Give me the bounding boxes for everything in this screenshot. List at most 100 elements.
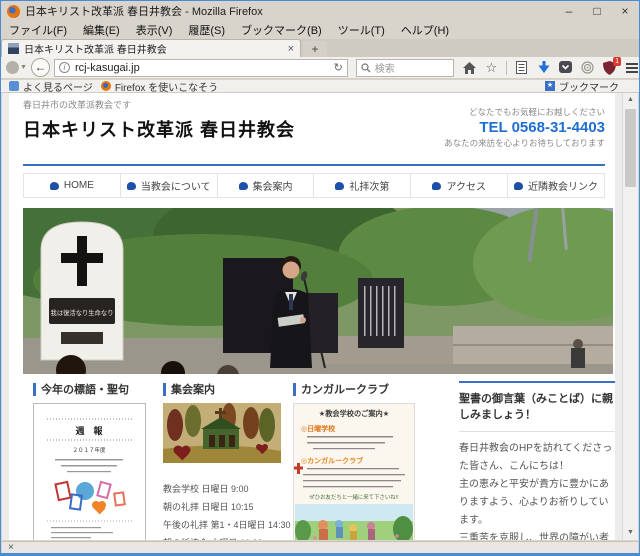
nav-label: アクセス: [446, 178, 486, 193]
home-button[interactable]: [462, 60, 477, 75]
scroll-down-arrow[interactable]: ▼: [623, 526, 638, 540]
column-motto: 今年の標語・聖句 週 報 ２０１７年度: [33, 381, 159, 540]
menu-tools[interactable]: ツール(T): [330, 22, 393, 38]
menu-help[interactable]: ヘルプ(H): [393, 22, 457, 38]
white-monument: 我は復活なり生命なり: [41, 222, 123, 360]
nav-label: 礼拝次第: [349, 178, 389, 193]
scripture-sidebar: 聖書の御言葉（みことば）に親しみましょう！ 春日井教会のHPを訪れてくださった皆…: [459, 381, 615, 540]
scroll-up-arrow[interactable]: ▲: [623, 93, 638, 107]
findbar-close-icon[interactable]: ×: [8, 543, 14, 553]
tab-title: 日本キリスト改革派 春日井教会: [24, 41, 282, 56]
url-bar[interactable]: i rcj-kasugai.jp ↻: [54, 59, 348, 77]
page-viewport: 春日井市の改革派教会です 日本キリスト改革派 春日井教会 どなたでもお気軽にお越…: [2, 93, 622, 540]
scrollbar-thumb[interactable]: [625, 109, 636, 187]
poster-title: ★教会学校のご案内★: [319, 409, 389, 418]
nav-item-worship[interactable]: 礼拝次第: [314, 174, 411, 197]
menu-view[interactable]: 表示(V): [128, 22, 181, 38]
heading-bar: [163, 383, 166, 396]
dove-icon: [335, 182, 344, 190]
tab-bar: 日本キリスト改革派 春日井教会 × +: [1, 39, 639, 57]
schedule-line: 教会学校 日曜日 9:00: [163, 480, 289, 498]
toolbar-separator: [506, 61, 507, 75]
dove-icon: [514, 182, 523, 190]
hamburger-icon: [626, 63, 638, 73]
menu-file[interactable]: ファイル(F): [1, 22, 75, 38]
schedule-line: 朝の礼拝 日曜日 10:15: [163, 498, 289, 516]
window-title: 日本キリスト改革派 春日井教会 - Mozilla Firefox: [25, 3, 263, 19]
back-button[interactable]: ←: [31, 58, 50, 77]
heading-bar: [293, 383, 296, 396]
fingerprint-button[interactable]: [580, 60, 595, 75]
bookmark-item-firefox[interactable]: Firefox を使いこなそう: [101, 79, 218, 94]
site-navigation: HOME 当教会について 集会案内 礼拝次第 アクセス 近隣教会リンク: [23, 173, 605, 198]
bookmarks-menu-button[interactable]: ★ ブックマーク: [545, 79, 619, 94]
nav-item-meetings[interactable]: 集会案内: [218, 174, 315, 197]
monument-inscription: 我は復活なり生命なり: [51, 308, 114, 317]
bookmark-item-frequent[interactable]: よく見るページ: [9, 79, 93, 94]
pocket-icon: [559, 61, 572, 74]
search-placeholder: 検索: [375, 60, 395, 75]
menu-bar: ファイル(F) 編集(E) 表示(V) 履歴(S) ブックマーク(B) ツール(…: [1, 21, 639, 39]
nav-item-access[interactable]: アクセス: [411, 174, 508, 197]
shield-button[interactable]: 1: [602, 60, 617, 75]
vertical-scrollbar[interactable]: ▲ ▼: [622, 93, 638, 540]
bulletin-image[interactable]: 週 報 ２０１７年度: [33, 403, 146, 540]
menu-edit[interactable]: 編集(E): [75, 22, 128, 38]
menu-bookmarks[interactable]: ブックマーク(B): [233, 22, 330, 38]
close-button[interactable]: ×: [611, 2, 639, 21]
sidebar-title: 聖書の御言葉（みことば）に親しみましょう！: [459, 391, 615, 423]
contact-block: どなたでもお気軽にお越しください TEL 0568-31-4403 あなたの来訪…: [444, 106, 605, 149]
shield-badge: 1: [613, 57, 621, 66]
url-text[interactable]: rcj-kasugai.jp: [75, 62, 334, 74]
maximize-button[interactable]: □: [583, 2, 611, 21]
dove-icon: [239, 182, 248, 190]
reload-icon[interactable]: ↻: [334, 61, 343, 74]
schedule-line: 午後の礼拝 第1・4日曜日 14:30: [163, 516, 289, 534]
tab-active[interactable]: 日本キリスト改革派 春日井教会 ×: [1, 39, 301, 57]
dove-icon: [50, 182, 59, 190]
nav-label: 集会案内: [253, 178, 293, 193]
sidebar-button[interactable]: [514, 60, 529, 75]
dove-icon: [432, 182, 441, 190]
phone-number: TEL 0568-31-4403: [444, 119, 605, 136]
site-tagline: 春日井市の改革派教会です: [23, 98, 131, 111]
nav-item-links[interactable]: 近隣教会リンク: [508, 174, 605, 197]
nav-label: 当教会について: [141, 178, 211, 193]
menu-history[interactable]: 履歴(S): [180, 22, 233, 38]
extension-icon: [6, 61, 19, 74]
bookmark-label: よく見るページ: [23, 79, 93, 94]
pocket-button[interactable]: [558, 60, 573, 75]
site-info-icon[interactable]: i: [59, 62, 70, 73]
column-meetings: 集会案内: [163, 381, 289, 540]
tab-close-icon[interactable]: ×: [288, 43, 294, 55]
search-icon: [361, 63, 371, 73]
hero-photo-illustration: 我は復活なり生命なり: [23, 208, 613, 374]
nav-label: HOME: [64, 180, 94, 191]
menu-button[interactable]: [624, 60, 639, 75]
nav-item-home[interactable]: HOME: [23, 174, 121, 197]
browser-window: 日本キリスト改革派 春日井教会 - Mozilla Firefox – □ × …: [0, 0, 640, 556]
nav-label: 近隣教会リンク: [528, 178, 598, 193]
firefox-logo-icon: [7, 5, 20, 18]
column-heading: 集会案内: [163, 381, 289, 397]
new-tab-button[interactable]: +: [303, 41, 327, 57]
heading-label: 集会案内: [171, 381, 215, 397]
bookmarks-star-icon: ★: [545, 81, 555, 91]
download-icon: [538, 61, 550, 74]
sidebar-list-icon: [516, 61, 527, 74]
find-bar: ×: [2, 541, 638, 553]
church-collage-image[interactable]: [163, 403, 281, 463]
club-poster-image[interactable]: ★教会学校のご案内★ ◎日曜学校 ◎カンガルークラブ ぜひお友だちと一緒に来て下…: [293, 403, 415, 540]
meeting-schedule: 教会学校 日曜日 9:00 朝の礼拝 日曜日 10:15 午後の礼拝 第1・4日…: [163, 480, 289, 540]
firefox-bookmark-icon: [101, 81, 111, 91]
bookmark-star-icon[interactable]: ☆: [484, 60, 499, 75]
poster-note: ぜひお友だちと一緒に来て下さいね!!: [309, 493, 399, 501]
minimize-button[interactable]: –: [555, 2, 583, 21]
download-button[interactable]: [536, 60, 551, 75]
extension-button[interactable]: ▼: [6, 61, 27, 74]
search-bar[interactable]: 検索: [356, 59, 454, 77]
sidebar-body-text: 春日井教会のHPを訪れてくださった皆さん、こんにちは！ 主の恵みと平安が貴方に豊…: [459, 440, 615, 540]
nav-item-about[interactable]: 当教会について: [121, 174, 218, 197]
tab-favicon: [8, 43, 19, 54]
hero-photo: 我は復活なり生命なり: [23, 208, 613, 374]
